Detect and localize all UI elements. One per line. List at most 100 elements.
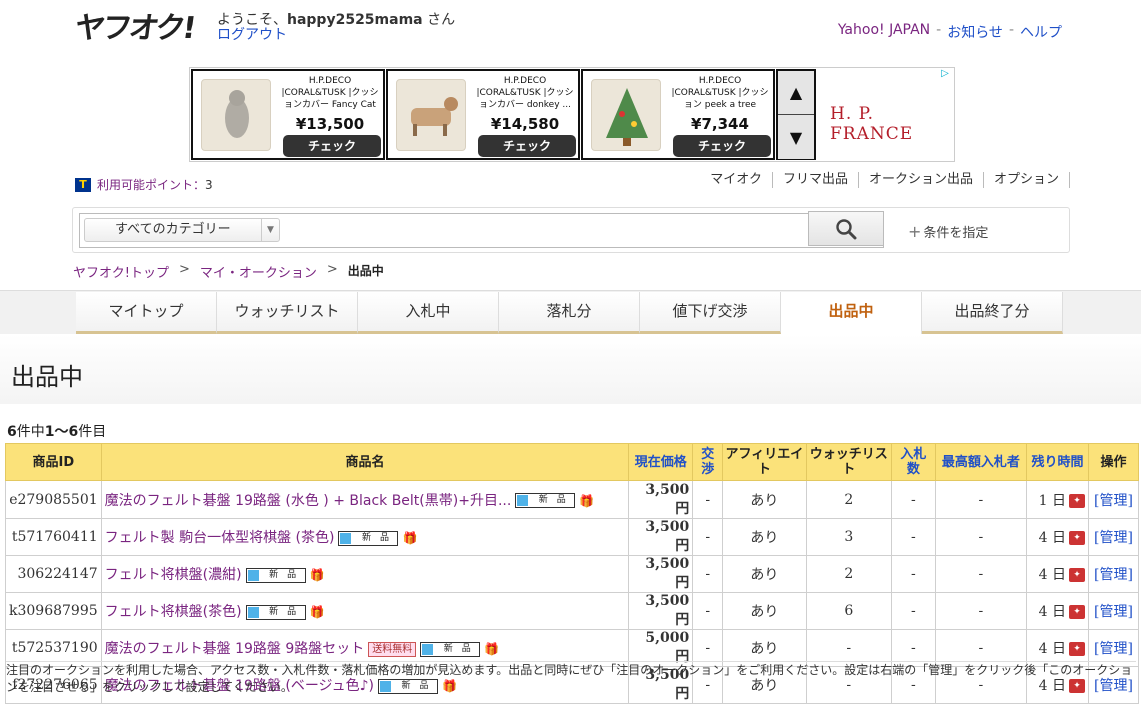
item-id: 306224147: [5, 555, 102, 593]
remaining-time: 4 日 ✦: [1026, 555, 1089, 593]
points-label[interactable]: 利用可能ポイント：3: [97, 176, 213, 193]
tab-watchlist[interactable]: ウォッチリスト: [217, 292, 358, 334]
th-bids[interactable]: 入札数: [890, 443, 936, 481]
tab-price-negotiation[interactable]: 値下げ交渉: [640, 292, 781, 334]
watch-count: 3: [805, 518, 892, 556]
advanced-search-link[interactable]: + 条件を指定: [908, 222, 988, 241]
featured-auction-icon[interactable]: ✦: [1068, 493, 1085, 508]
top-bidder: -: [934, 518, 1028, 556]
item-name-link[interactable]: フェルト製 駒台一体型将棋盤 (茶色): [105, 530, 335, 546]
th-item-name: 商品名: [100, 443, 630, 481]
search-button[interactable]: [808, 211, 884, 246]
remaining-time-value: 4 日: [1038, 567, 1066, 583]
search-box: すべてのカテゴリー ▼ + 条件を指定: [72, 207, 1070, 253]
item-name-cell: フェルト将棋盤(濃紺) 新 品 🎁: [100, 555, 630, 593]
count-range: 1〜6: [44, 424, 79, 440]
manage-link[interactable]: [管理]: [1087, 518, 1140, 556]
ad-up-arrow-icon[interactable]: ▲: [778, 71, 814, 115]
item-name-link[interactable]: フェルト将棋盤(濃紺): [105, 567, 242, 583]
bid-count: -: [890, 518, 936, 556]
item-name-cell: フェルト将棋盤(茶色) 新 品 🎁: [100, 592, 630, 630]
nav-myauction[interactable]: マイオク: [700, 172, 773, 188]
featured-auction-icon[interactable]: ✦: [1068, 568, 1085, 582]
manage-link[interactable]: [管理]: [1087, 592, 1140, 630]
item-name-cell: フェルト製 駒台一体型将棋盤 (茶色) 新 品 🎁: [100, 518, 630, 556]
manage-link[interactable]: [管理]: [1087, 480, 1140, 519]
current-price: 3,500 円: [628, 555, 694, 593]
featured-auction-icon[interactable]: ✦: [1068, 605, 1085, 619]
featured-auction-icon[interactable]: ✦: [1068, 642, 1085, 656]
welcome-suffix: さん: [422, 12, 456, 28]
tab-closed[interactable]: 出品終了分: [922, 292, 1063, 334]
ad-check-button[interactable]: チェック: [673, 135, 771, 157]
yahuoku-logo[interactable]: ヤフオク!: [73, 11, 196, 46]
help-link[interactable]: ヘルプ: [1020, 22, 1062, 42]
th-remaining[interactable]: 残り時間: [1026, 443, 1089, 481]
ad-check-button[interactable]: チェック: [478, 135, 576, 157]
nav-auction-listing[interactable]: オークション出品: [859, 172, 984, 188]
nav-flea-listing[interactable]: フリマ出品: [773, 172, 859, 188]
ad-title: H.P.DECO |CORAL&TUSK |クッションカバー Fancy Cat: [281, 76, 379, 110]
th-item-id: 商品ID: [5, 443, 102, 481]
item-name-link[interactable]: 魔法のフェルト碁盤 19路盤 (水色 ) + Black Belt(黒帯)+升目…: [105, 493, 512, 509]
ad-down-arrow-icon[interactable]: ▼: [778, 115, 814, 159]
ad-check-button[interactable]: チェック: [283, 135, 381, 157]
ad-product-image: [591, 79, 661, 151]
tab-bidding[interactable]: 入札中: [358, 292, 499, 334]
username: happy2525mama: [287, 12, 423, 28]
new-item-badge: 新 品: [245, 567, 306, 583]
item-id: t571760411: [5, 518, 102, 556]
ad-title: H.P.DECO |CORAL&TUSK |クッションカバー donkey ..…: [476, 76, 574, 110]
count-mid: 件中: [16, 424, 45, 440]
nav-options[interactable]: オプション: [984, 172, 1070, 188]
news-link[interactable]: お知らせ: [947, 22, 1003, 42]
tab-won[interactable]: 落札分: [499, 292, 640, 334]
category-select[interactable]: すべてのカテゴリー ▼: [84, 218, 280, 242]
free-shipping-badge: 送料無料: [368, 641, 417, 657]
breadcrumb-myauction[interactable]: マイ・オークション: [200, 262, 317, 281]
affiliate: あり: [722, 518, 807, 556]
points-label-text: 利用可能ポイント：: [97, 178, 206, 192]
gift-icon: 🎁: [484, 642, 500, 656]
ad-banner[interactable]: H.P.DECO |CORAL&TUSK |クッションカバー Fancy Cat…: [189, 67, 955, 162]
ad-item[interactable]: H.P.DECO |CORAL&TUSK |クッションカバー Fancy Cat…: [191, 69, 385, 160]
top-bidder: -: [934, 480, 1028, 519]
item-name-link[interactable]: 魔法のフェルト碁盤 19路盤 9路盤セット: [105, 641, 365, 657]
watch-count: 2: [805, 555, 892, 593]
item-name-link[interactable]: フェルト将棋盤(茶色): [105, 604, 242, 620]
tab-selling[interactable]: 出品中: [781, 292, 922, 334]
th-current-price[interactable]: 現在価格: [628, 443, 694, 481]
th-negotiation[interactable]: 交渉: [692, 443, 724, 481]
tab-mytop[interactable]: マイトップ: [76, 292, 217, 334]
new-item-badge: 新 品: [515, 493, 576, 508]
search-field[interactable]: すべてのカテゴリー ▼: [79, 213, 884, 248]
table-row: e279085501 魔法のフェルト碁盤 19路盤 (水色 ) + Black B…: [5, 480, 1140, 519]
logout-link[interactable]: ログアウト: [217, 27, 287, 43]
tab-bar: マイトップ ウォッチリスト 入札中 落札分 値下げ交渉 出品中 出品終了分: [76, 292, 1063, 334]
item-id: k309687995: [5, 592, 102, 630]
breadcrumb-sep: >: [178, 262, 190, 277]
footnote: 注目のオークションを利用した場合、アクセス数・入札件数・落札価格の増加が見込めま…: [6, 661, 1136, 696]
top-link-sep: -: [936, 22, 942, 38]
th-top-bidder[interactable]: 最高額入札者: [934, 443, 1028, 481]
breadcrumb-sep: >: [326, 262, 338, 277]
ad-item[interactable]: H.P.DECO |CORAL&TUSK |クッション peek a tree …: [581, 69, 775, 160]
welcome-prefix: ようこそ、: [217, 12, 287, 28]
yahoo-japan-link[interactable]: Yahoo! JAPAN: [838, 22, 930, 42]
adchoices-icon[interactable]: ▷: [938, 68, 952, 80]
affiliate: あり: [722, 480, 807, 519]
remaining-time-value: 4 日: [1038, 530, 1066, 546]
manage-link[interactable]: [管理]: [1087, 555, 1140, 593]
featured-auction-icon[interactable]: ✦: [1068, 531, 1085, 545]
table-row: 306224147 フェルト将棋盤(濃紺) 新 品 🎁 3,500 円 - あり 2- -4 日…: [5, 555, 1140, 593]
ad-item[interactable]: H.P.DECO |CORAL&TUSK |クッションカバー donkey ..…: [386, 69, 580, 160]
breadcrumb-top[interactable]: ヤフオク!トップ: [73, 262, 169, 281]
current-price: 3,500 円: [628, 518, 694, 556]
th-affiliate: アフィリエイト: [722, 443, 807, 481]
top-bidder: -: [934, 555, 1028, 593]
ad-brand-logo[interactable]: H. P. FRANCE: [830, 104, 954, 144]
remaining-time-value: 4 日: [1038, 641, 1066, 657]
page-title: 出品中: [11, 363, 83, 391]
chevron-down-icon: ▼: [261, 219, 279, 241]
ad-product-image: [396, 79, 466, 151]
